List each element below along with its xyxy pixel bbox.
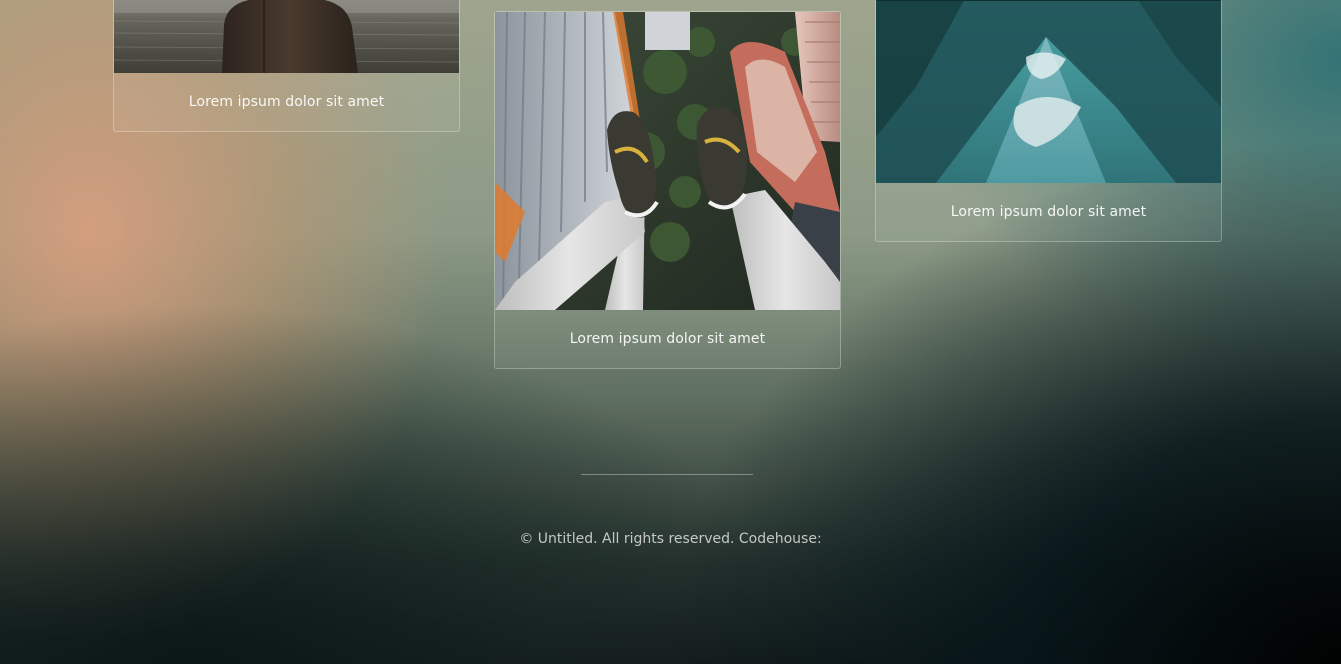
card-caption: Lorem ipsum dolor sit amet: [569, 331, 766, 347]
footer-copyright: © Untitled. All rights reserved. Codehou…: [519, 531, 822, 547]
mountain-lake-reflection-photo[interactable]: [876, 0, 1221, 183]
gallery-card[interactable]: Lorem ipsum dolor sit amet: [494, 11, 841, 369]
gallery-card[interactable]: Lorem ipsum dolor sit amet: [113, 0, 460, 132]
card-caption: Lorem ipsum dolor sit amet: [188, 94, 385, 110]
feet-over-city-photo[interactable]: [495, 12, 840, 310]
person-by-waterfront-photo[interactable]: [114, 0, 459, 73]
card-caption: Lorem ipsum dolor sit amet: [950, 204, 1147, 220]
footer-divider: [581, 474, 753, 475]
gallery-card[interactable]: Lorem ipsum dolor sit amet: [875, 0, 1222, 242]
